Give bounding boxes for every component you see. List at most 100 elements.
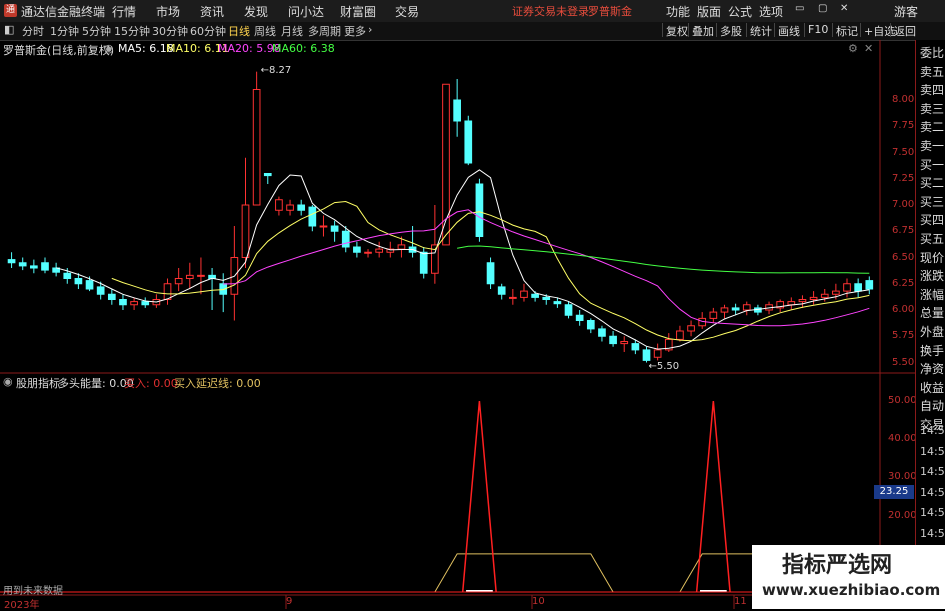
candle-body — [241, 204, 250, 258]
btn-fuquan[interactable]: 复权 — [662, 23, 691, 38]
tab-1min[interactable]: 1分钟 — [50, 23, 79, 39]
side-item[interactable]: 换手 — [920, 342, 944, 359]
candle-body — [475, 183, 484, 237]
candle-body — [508, 296, 517, 299]
candle-body — [252, 89, 261, 206]
btn-huaxian[interactable]: 画线 — [774, 23, 803, 38]
ma5-line — [55, 169, 870, 350]
side-item[interactable]: 涨幅 — [920, 286, 944, 303]
close-icon[interactable]: ✕ — [840, 3, 848, 14]
menu-zixun[interactable]: 资讯 — [200, 3, 224, 20]
title-bar: 通 通达信金融终端 行情 市场 资讯 发现 问小达 财富圈 交易 证券交易未登录… — [0, 0, 945, 23]
login-warning[interactable]: 证券交易未登录 — [512, 3, 589, 19]
tab-daily[interactable]: 日线 — [228, 23, 250, 39]
indicator-tick-label: 40.00 — [888, 433, 917, 445]
ma-lines-group — [55, 169, 870, 350]
menu-shichang[interactable]: 市场 — [156, 3, 180, 20]
candle-body — [297, 204, 306, 211]
side-item[interactable]: 买一 — [920, 156, 944, 173]
menu-jiaoyi[interactable]: 交易 — [395, 3, 419, 20]
btn-back[interactable]: 返回 — [890, 23, 919, 38]
menu-gongneng[interactable]: 功能 — [666, 3, 690, 20]
buy-spike — [461, 401, 497, 593]
menu-gongshi[interactable]: 公式 — [728, 3, 752, 20]
candles-group — [7, 71, 874, 363]
guest-label[interactable]: 游客 — [894, 3, 918, 20]
side-item[interactable]: 卖四 — [920, 81, 944, 98]
candle-body — [832, 290, 840, 295]
side-item[interactable]: 涨跌 — [920, 267, 944, 284]
candle-body — [174, 278, 183, 285]
menu-banmian[interactable]: 版面 — [697, 3, 721, 20]
menu-xuanxiang[interactable]: 选项 — [759, 3, 783, 20]
menu-wenxiaoda[interactable]: 问小达 — [288, 3, 324, 20]
tab-more[interactable]: 更多 — [344, 23, 366, 39]
side-item[interactable]: 自动 — [920, 397, 944, 414]
menu-caifuquan[interactable]: 财富圈 — [340, 3, 376, 20]
side-item[interactable]: 买四 — [920, 211, 944, 228]
minimize-icon[interactable]: ▭ — [795, 3, 804, 14]
candle-body — [742, 304, 751, 311]
side-item[interactable]: 总量 — [920, 304, 944, 321]
trade-time: 14:56 — [920, 444, 945, 458]
candle-body — [798, 299, 807, 303]
candle-body — [7, 259, 16, 264]
side-item[interactable]: 净资 — [920, 360, 944, 377]
candle-body — [130, 301, 138, 306]
trade-time: 14:56 — [920, 424, 945, 437]
candle-body — [319, 225, 328, 228]
menu-hangqing[interactable]: 行情 — [112, 3, 136, 20]
tab-multi-period[interactable]: 多周期 — [308, 23, 341, 39]
candle-body — [275, 199, 283, 211]
tab-30min[interactable]: 30分钟 — [152, 23, 188, 39]
menu-faxian[interactable]: 发现 — [244, 3, 268, 20]
candle-body — [464, 120, 473, 164]
side-item[interactable]: 卖五 — [920, 63, 944, 80]
tab-60min[interactable]: 60分钟 — [190, 23, 226, 39]
candle-body — [687, 325, 695, 332]
candle-body — [353, 246, 361, 253]
candle-body — [542, 296, 551, 300]
side-item[interactable]: 卖二 — [920, 118, 944, 135]
indicator-settings-icon[interactable]: ◉ — [3, 375, 13, 388]
candle-body — [18, 262, 27, 267]
btn-tongji[interactable]: 统计 — [746, 23, 775, 38]
candle-body — [163, 283, 172, 300]
side-item[interactable]: 委比 — [920, 44, 944, 61]
tab-monthly[interactable]: 月线 — [281, 23, 303, 39]
side-item[interactable]: 外盘 — [920, 323, 944, 340]
indicator-tick-label: 20.00 — [888, 509, 917, 521]
candle-body — [330, 225, 339, 232]
tab-15min[interactable]: 15分钟 — [114, 23, 150, 39]
side-item[interactable]: 买二 — [920, 174, 944, 191]
candle-body — [631, 343, 640, 351]
btn-biaoji[interactable]: 标记 — [832, 23, 861, 38]
side-item[interactable]: 买三 — [920, 193, 944, 210]
more-chevron-icon[interactable]: › — [368, 23, 372, 36]
candle-body — [96, 286, 105, 295]
restore-icon[interactable]: ▢ — [818, 3, 827, 14]
candle-body — [308, 206, 317, 227]
price-tick-label: 8.00 — [892, 94, 915, 105]
kline-chart[interactable] — [0, 40, 915, 609]
future-data-note: 用到未来数据 — [3, 586, 63, 597]
price-tick-label: 6.50 — [892, 251, 915, 263]
btn-diejia[interactable]: 叠加 — [688, 23, 717, 38]
side-item[interactable]: 卖三 — [920, 100, 944, 117]
panel-toggle-icon[interactable]: ◧ — [4, 23, 14, 36]
candle-body — [141, 301, 150, 306]
side-item[interactable]: 卖一 — [920, 137, 944, 154]
side-item[interactable]: 买五 — [920, 230, 944, 247]
btn-duogu[interactable]: 多股 — [716, 23, 745, 38]
candle-body — [865, 280, 874, 290]
watermark-url: www.xuezhibiao.com — [762, 581, 941, 599]
tab-weekly[interactable]: 周线 — [254, 23, 276, 39]
price-tick-label: 7.00 — [892, 199, 915, 210]
btn-f10[interactable]: F10 — [804, 23, 831, 37]
tab-5min[interactable]: 5分钟 — [82, 23, 111, 39]
side-item[interactable]: 收益 — [920, 379, 944, 396]
tab-fenshi[interactable]: 分时 — [22, 23, 44, 39]
side-item[interactable]: 现价 — [920, 249, 944, 266]
trade-time: 14:56 — [920, 506, 945, 519]
price-tick-label: 6.75 — [892, 225, 915, 237]
